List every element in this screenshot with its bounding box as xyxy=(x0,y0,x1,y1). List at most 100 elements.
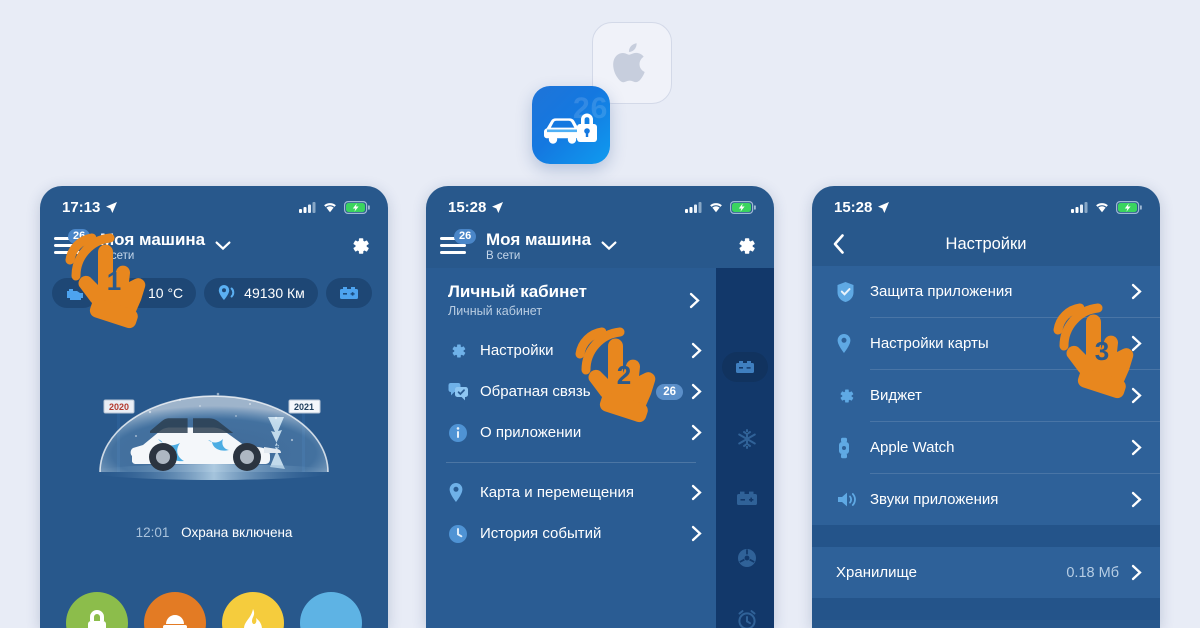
account-row[interactable]: Личный кабинет Личный кабинет xyxy=(426,268,716,330)
battery-charging-icon xyxy=(344,200,370,214)
storage-value: 0.18 Мб xyxy=(1066,564,1119,581)
settings-row-label: Звуки приложения xyxy=(870,491,999,508)
battery-icon xyxy=(339,286,358,299)
engine-icon xyxy=(67,289,83,300)
car-selector[interactable]: Моя машина В сети xyxy=(100,230,205,263)
status-indicators xyxy=(685,200,756,214)
chevron-right-icon xyxy=(1131,335,1142,352)
signal-bars-icon xyxy=(299,202,316,213)
location-pin-icon xyxy=(836,333,862,354)
drawer-item-history[interactable]: История событий xyxy=(426,513,716,554)
menu-button[interactable]: 26 xyxy=(440,229,477,259)
location-arrow-icon xyxy=(492,201,504,213)
drawer-item-label: О приложении xyxy=(480,424,582,441)
account-subtitle: Личный кабинет xyxy=(448,304,543,318)
chip-temperature[interactable]: 10 °C xyxy=(106,278,197,308)
app-icon-cluster: 26 xyxy=(532,22,672,164)
menu-badge: 26 xyxy=(454,229,477,244)
settings-row-map-settings[interactable]: Настройки карты xyxy=(812,318,1160,369)
wifi-icon xyxy=(1096,203,1108,213)
car-name: Моя машина xyxy=(100,229,206,249)
settings-row-app-protection[interactable]: Защита приложения xyxy=(812,266,1160,317)
chevron-right-icon xyxy=(691,484,702,501)
info-icon xyxy=(448,423,474,443)
svg-text:2020: 2020 xyxy=(109,402,129,412)
settings-row-label: Хранилище xyxy=(836,564,917,581)
location-arrow-icon xyxy=(106,201,118,213)
gear-icon[interactable] xyxy=(734,234,758,258)
drawer-item-label: Обратная связь xyxy=(480,383,591,400)
drawer-divider xyxy=(446,462,696,463)
drawer-item-map[interactable]: Карта и перемещения xyxy=(426,472,716,513)
battery-charging-icon xyxy=(1116,200,1142,214)
svg-text:2021: 2021 xyxy=(294,402,314,412)
drawer-item-about[interactable]: О приложении xyxy=(426,412,716,453)
car-name: Моя машина xyxy=(486,229,592,249)
watch-icon xyxy=(836,437,862,459)
signal-bars-icon xyxy=(685,202,702,213)
menu-button[interactable]: 26 xyxy=(54,229,91,259)
status-time: 17:13 xyxy=(62,198,101,216)
account-title: Личный кабинет xyxy=(448,282,587,301)
car-lock-icon xyxy=(544,113,597,144)
settings-row-label: Защита приложения xyxy=(870,283,1013,300)
location-pin-icon xyxy=(448,482,474,503)
settings-row-label: Настройки карты xyxy=(870,335,989,352)
drawer-item-label: Настройки xyxy=(480,342,554,359)
settings-row-storage[interactable]: Хранилище 0.18 Мб xyxy=(812,547,1160,598)
chip-mileage[interactable]: 49130 Км xyxy=(204,278,318,308)
settings-bottom-gap xyxy=(812,598,1160,620)
settings-list: Защита приложения Настройки карты Виджет xyxy=(812,266,1160,620)
settings-row-widget[interactable]: Виджет xyxy=(812,370,1160,421)
status-time: 15:28 xyxy=(834,198,873,216)
quick-actions xyxy=(40,592,388,628)
status-time-group: 15:28 xyxy=(834,199,890,216)
gear-icon[interactable] xyxy=(348,234,372,258)
apple-logo-icon xyxy=(613,43,645,83)
fan-icon xyxy=(738,549,756,567)
status-time-group: 15:28 xyxy=(448,199,504,216)
heater-button[interactable] xyxy=(222,592,284,628)
car-status: В сети xyxy=(486,249,521,262)
battery-icon xyxy=(736,360,754,373)
phone-settings-screen: 15:28 Настройки Защита приложения Настро… xyxy=(812,186,1160,628)
clock-icon xyxy=(448,524,474,544)
drawer-item-badge: 26 xyxy=(656,383,683,400)
app-header: 26 Моя машина В сети xyxy=(40,222,388,268)
alarm-clock-icon xyxy=(738,610,756,628)
settings-section-gap xyxy=(812,525,1160,547)
car-status: В сети xyxy=(100,249,135,262)
status-time: 15:28 xyxy=(448,198,487,216)
car-icon xyxy=(120,288,140,299)
chevron-down-icon[interactable] xyxy=(601,241,617,251)
chevron-left-icon[interactable] xyxy=(832,234,845,255)
wifi-icon xyxy=(324,203,336,213)
side-drawer: Личный кабинет Личный кабинет Настройки xyxy=(426,268,716,628)
signal-bars-icon xyxy=(1071,202,1088,213)
drawer-item-label: Карта и перемещения xyxy=(480,484,634,501)
extra-button[interactable] xyxy=(300,592,362,628)
chip-engine[interactable] xyxy=(52,278,98,308)
chevron-right-icon xyxy=(1131,564,1142,581)
chevron-right-icon xyxy=(1131,491,1142,508)
battery-icon xyxy=(737,491,757,505)
status-indicators xyxy=(299,200,370,214)
chip-battery[interactable] xyxy=(325,278,372,308)
drawer-item-settings[interactable]: Настройки xyxy=(426,330,716,371)
chevron-down-icon[interactable] xyxy=(215,241,231,251)
drawer-item-feedback[interactable]: Обратная связь 26 xyxy=(426,371,716,412)
car-selector[interactable]: Моя машина В сети xyxy=(486,230,591,263)
snowflake-icon xyxy=(738,429,756,449)
feedback-icon xyxy=(448,382,474,401)
chip-mileage-label: 49130 Км xyxy=(244,285,305,301)
settings-row-label: Apple Watch xyxy=(870,439,955,456)
settings-row-app-sounds[interactable]: Звуки приложения xyxy=(812,474,1160,525)
settings-row-apple-watch[interactable]: Apple Watch xyxy=(812,422,1160,473)
lock-button[interactable] xyxy=(66,592,128,628)
app-tile[interactable]: 26 xyxy=(532,86,610,164)
gear-icon xyxy=(836,386,862,406)
horn-button[interactable] xyxy=(144,592,206,628)
wifi-icon xyxy=(710,203,722,213)
location-arrow-icon xyxy=(878,201,890,213)
drawer-item-label: История событий xyxy=(480,525,602,542)
